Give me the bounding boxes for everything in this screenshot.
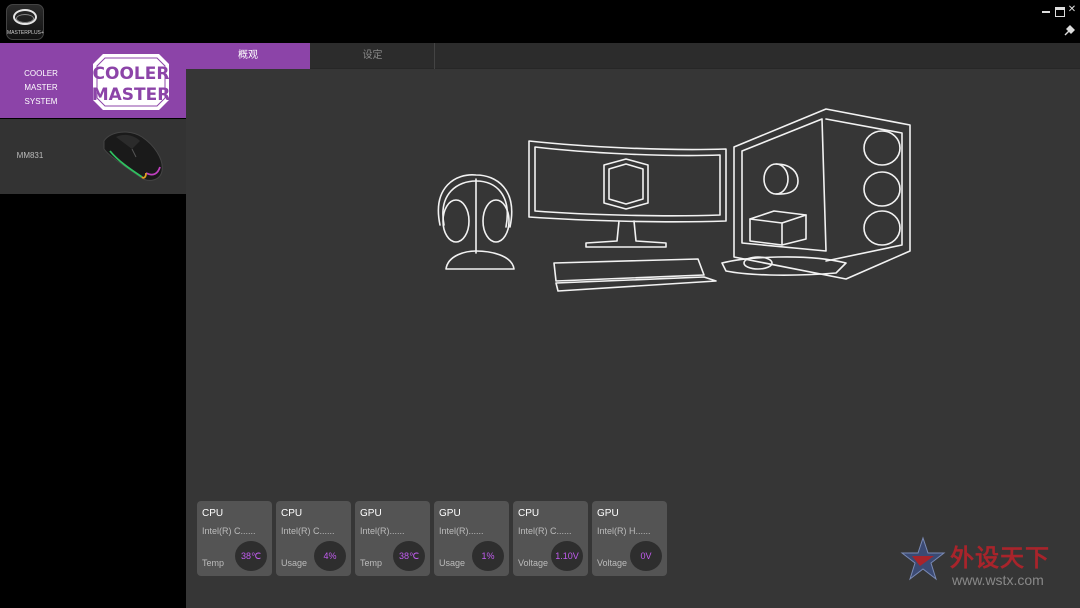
device-sidebar: COOLER MASTER SYSTEM COOLER MASTER MM831	[0, 43, 186, 608]
minimize-button[interactable]	[1040, 4, 1052, 16]
sensor-device-name: Intel(R) H......	[597, 526, 651, 536]
sensor-card[interactable]: CPU Intel(R) C...... Voltage 1.10V	[513, 501, 588, 576]
sensor-value: 1.10V	[551, 541, 583, 571]
sensor-type: GPU	[360, 508, 382, 519]
close-button[interactable]: ✕	[1066, 4, 1078, 16]
sensor-type: CPU	[202, 508, 224, 519]
sensor-type: GPU	[597, 508, 619, 519]
watermark-url: www.wstx.com	[952, 572, 1044, 588]
sensor-type: GPU	[439, 508, 461, 519]
sidebar-item-cooler-master-system[interactable]: COOLER MASTER SYSTEM COOLER MASTER	[0, 43, 186, 118]
tab-overview[interactable]: 概观	[186, 43, 310, 69]
svg-text:COOLER: COOLER	[93, 64, 170, 84]
sensor-type: CPU	[518, 508, 540, 519]
mouse-image	[103, 131, 163, 181]
device-name: COOLER MASTER SYSTEM	[24, 69, 58, 106]
star-icon	[900, 536, 946, 581]
sensor-cards: CPU Intel(R) C...... Temp 38℃ CPU Intel(…	[197, 501, 677, 576]
sensor-device-name: Intel(R)......	[439, 526, 484, 536]
watermark-text: 外设天下	[950, 544, 1050, 572]
sensor-card[interactable]: GPU Intel(R) H...... Voltage 0V	[592, 501, 667, 576]
sensor-metric: Temp	[360, 558, 383, 568]
sensor-metric: Voltage	[518, 558, 549, 568]
sidebar-item-mm831[interactable]: MM831	[0, 119, 186, 194]
sensor-type: CPU	[281, 508, 303, 519]
system-illustration	[437, 108, 911, 292]
sensor-card[interactable]: CPU Intel(R) C...... Usage 4%	[276, 501, 351, 576]
cooler-master-logo: COOLER MASTER	[92, 54, 171, 110]
sensor-card[interactable]: CPU Intel(R) C...... Temp 38℃	[197, 501, 272, 576]
sensor-metric: Usage	[439, 558, 466, 568]
maximize-button[interactable]	[1053, 4, 1065, 17]
sensor-value: 0V	[630, 541, 662, 571]
pin-icon[interactable]	[1063, 25, 1075, 37]
sensor-card[interactable]: GPU Intel(R)...... Temp 38℃	[355, 501, 430, 576]
device-name: MM831	[16, 151, 44, 160]
title-bar: MASTERPLUS+ ✕	[0, 0, 1080, 43]
sensor-device-name: Intel(R)......	[360, 526, 405, 536]
sensor-device-name: Intel(R) C......	[202, 526, 256, 536]
tab-settings[interactable]: 设定	[311, 43, 435, 69]
sensor-card[interactable]: GPU Intel(R)...... Usage 1%	[434, 501, 509, 576]
sensor-value: 1%	[472, 541, 504, 571]
sensor-value: 38℃	[235, 541, 267, 571]
svg-text:MASTER: MASTER	[92, 85, 171, 105]
app-logo-ring-inner	[16, 14, 34, 23]
sensor-metric: Temp	[202, 558, 225, 568]
watermark: 外设天下 www.wstx.com	[900, 536, 1075, 596]
tab-bar: 概观 设定	[186, 43, 1080, 69]
sensor-metric: Usage	[281, 558, 308, 568]
main-panel: 概观 设定 CPU Intel(R) C...... Temp 38℃ CPU …	[186, 43, 1080, 608]
sensor-device-name: Intel(R) C......	[518, 526, 572, 536]
app-logo-text: MASTERPLUS+	[7, 30, 44, 36]
app-logo[interactable]: MASTERPLUS+	[6, 4, 44, 40]
sensor-metric: Voltage	[597, 558, 628, 568]
sensor-device-name: Intel(R) C......	[281, 526, 335, 536]
sensor-value: 38℃	[393, 541, 425, 571]
sensor-value: 4%	[314, 541, 346, 571]
